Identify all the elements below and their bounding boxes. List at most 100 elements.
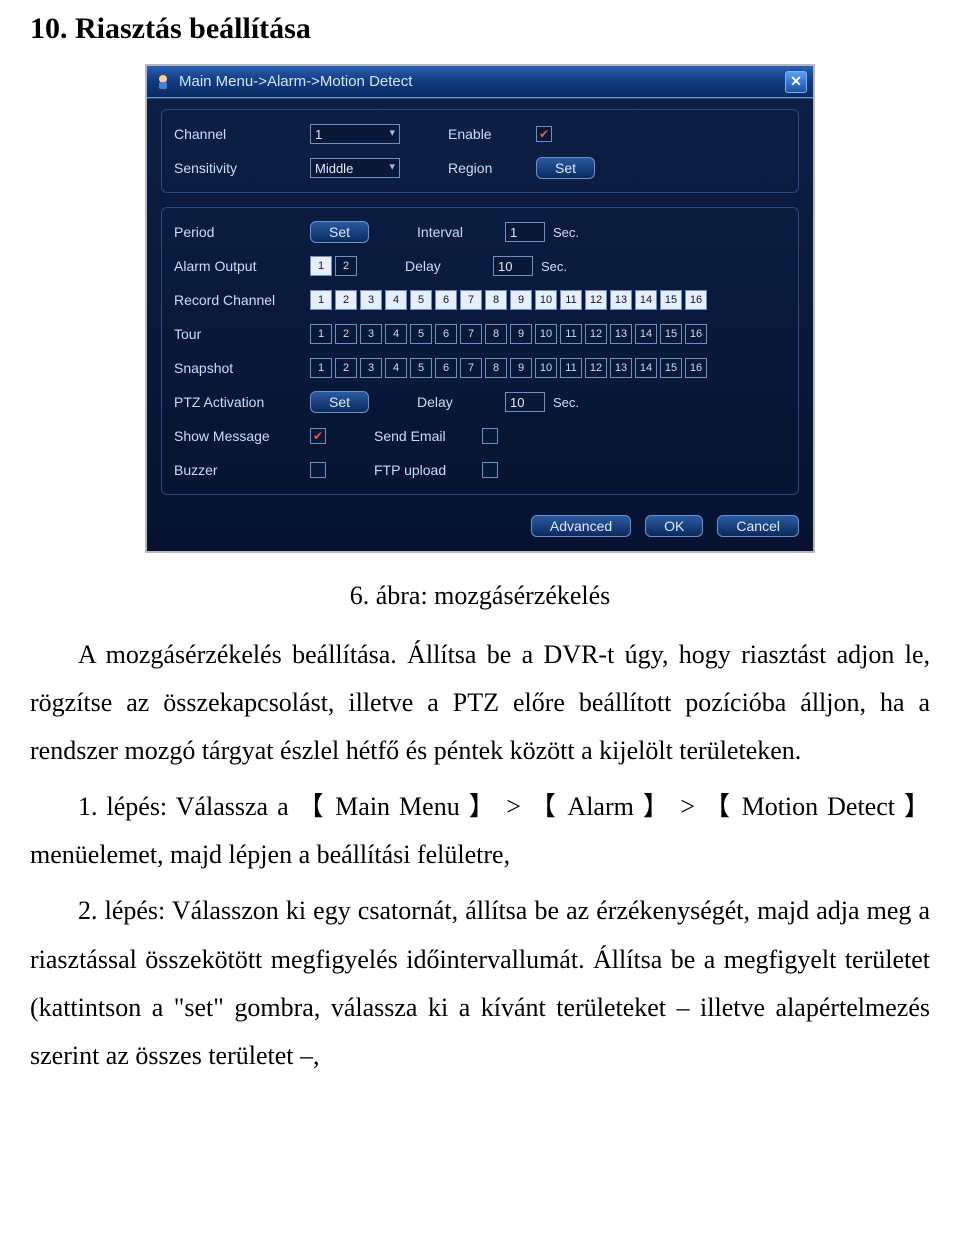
dvr-dialog: Main Menu->Alarm->Motion Detect ✕ Channe… [145, 64, 815, 553]
snapshot-channel-1[interactable]: 1 [310, 358, 332, 378]
label-ftp-upload: FTP upload [374, 462, 474, 478]
label-interval: Interval [417, 224, 497, 240]
alarm-delay-input[interactable] [493, 256, 533, 276]
record-channel-15[interactable]: 15 [660, 290, 682, 310]
tour-channel-6[interactable]: 6 [435, 324, 457, 344]
record-channel-10[interactable]: 10 [535, 290, 557, 310]
dialog-titlebar: Main Menu->Alarm->Motion Detect ✕ [147, 66, 813, 98]
label-alarm-output: Alarm Output [174, 258, 302, 274]
label-snapshot: Snapshot [174, 360, 302, 376]
app-icon [153, 72, 173, 92]
record-channel-13[interactable]: 13 [610, 290, 632, 310]
tour-channel-1[interactable]: 1 [310, 324, 332, 344]
delay-unit: Sec. [541, 259, 567, 274]
label-sensitivity: Sensitivity [174, 160, 302, 176]
record-channel-1[interactable]: 1 [310, 290, 332, 310]
tour-channel-8[interactable]: 8 [485, 324, 507, 344]
ftp-upload-checkbox[interactable] [482, 462, 498, 478]
record-channel-11[interactable]: 11 [560, 290, 582, 310]
record-channel-12[interactable]: 12 [585, 290, 607, 310]
panel-alarm: Period Set Interval Sec. Alarm Output 12… [161, 207, 799, 495]
snapshot-channel-14[interactable]: 14 [635, 358, 657, 378]
period-set-button[interactable]: Set [310, 221, 369, 243]
snapshot-channel-5[interactable]: 5 [410, 358, 432, 378]
paragraph-2: 1. lépés: Válassza a 【 Main Menu 】 > 【 A… [30, 783, 930, 879]
label-region: Region [448, 160, 528, 176]
tour-channel-13[interactable]: 13 [610, 324, 632, 344]
record-channel-2[interactable]: 2 [335, 290, 357, 310]
tour-channel-16[interactable]: 16 [685, 324, 707, 344]
label-channel: Channel [174, 126, 302, 142]
label-buzzer: Buzzer [174, 462, 302, 478]
label-period: Period [174, 224, 302, 240]
ok-button[interactable]: OK [645, 515, 703, 537]
tour-channel-3[interactable]: 3 [360, 324, 382, 344]
record-channel-3[interactable]: 3 [360, 290, 382, 310]
advanced-button[interactable]: Advanced [531, 515, 631, 537]
record-channel-7[interactable]: 7 [460, 290, 482, 310]
tour-channel-7[interactable]: 7 [460, 324, 482, 344]
record-channel-grid: 12345678910111213141516 [310, 290, 707, 310]
tour-channel-9[interactable]: 9 [510, 324, 532, 344]
send-email-checkbox[interactable] [482, 428, 498, 444]
figure-caption: 6. ábra: mozgásérzékelés [30, 581, 930, 611]
tour-channel-15[interactable]: 15 [660, 324, 682, 344]
enable-checkbox[interactable]: ✔ [536, 126, 552, 142]
snapshot-channel-11[interactable]: 11 [560, 358, 582, 378]
snapshot-channel-grid: 12345678910111213141516 [310, 358, 707, 378]
close-button[interactable]: ✕ [785, 71, 807, 93]
snapshot-channel-4[interactable]: 4 [385, 358, 407, 378]
snapshot-channel-8[interactable]: 8 [485, 358, 507, 378]
interval-input[interactable] [505, 222, 545, 242]
ptz-delay-input[interactable] [505, 392, 545, 412]
ptz-set-button[interactable]: Set [310, 391, 369, 413]
dialog-title: Main Menu->Alarm->Motion Detect [179, 73, 785, 90]
dialog-footer: Advanced OK Cancel [161, 509, 799, 537]
snapshot-channel-13[interactable]: 13 [610, 358, 632, 378]
tour-channel-12[interactable]: 12 [585, 324, 607, 344]
record-channel-6[interactable]: 6 [435, 290, 457, 310]
alarm-output-grid: 12 [310, 256, 357, 276]
record-channel-8[interactable]: 8 [485, 290, 507, 310]
buzzer-checkbox[interactable] [310, 462, 326, 478]
snapshot-channel-7[interactable]: 7 [460, 358, 482, 378]
show-message-checkbox[interactable]: ✔ [310, 428, 326, 444]
label-send-email: Send Email [374, 428, 474, 444]
region-set-button[interactable]: Set [536, 157, 595, 179]
label-ptz-activation: PTZ Activation [174, 394, 302, 410]
dialog-body: Channel 1 Enable ✔ Sensitivity Middle Re… [147, 98, 813, 551]
cancel-button[interactable]: Cancel [717, 515, 799, 537]
alarm-output-channel-1[interactable]: 1 [310, 256, 332, 276]
record-channel-14[interactable]: 14 [635, 290, 657, 310]
sensitivity-select[interactable]: Middle [310, 158, 400, 178]
tour-channel-5[interactable]: 5 [410, 324, 432, 344]
tour-channel-grid: 12345678910111213141516 [310, 324, 707, 344]
label-delay: Delay [405, 258, 485, 274]
panel-basic: Channel 1 Enable ✔ Sensitivity Middle Re… [161, 109, 799, 193]
snapshot-channel-16[interactable]: 16 [685, 358, 707, 378]
paragraph-3: 2. lépés: Válasszon ki egy csatornát, ál… [30, 887, 930, 1079]
snapshot-channel-12[interactable]: 12 [585, 358, 607, 378]
snapshot-channel-15[interactable]: 15 [660, 358, 682, 378]
tour-channel-2[interactable]: 2 [335, 324, 357, 344]
label-record-channel: Record Channel [174, 292, 302, 308]
label-show-message: Show Message [174, 428, 302, 444]
record-channel-4[interactable]: 4 [385, 290, 407, 310]
snapshot-channel-10[interactable]: 10 [535, 358, 557, 378]
tour-channel-4[interactable]: 4 [385, 324, 407, 344]
record-channel-16[interactable]: 16 [685, 290, 707, 310]
tour-channel-14[interactable]: 14 [635, 324, 657, 344]
paragraph-1: A mozgásérzékelés beállítása. Állítsa be… [30, 631, 930, 775]
snapshot-channel-3[interactable]: 3 [360, 358, 382, 378]
ptz-delay-unit: Sec. [553, 395, 579, 410]
snapshot-channel-2[interactable]: 2 [335, 358, 357, 378]
tour-channel-11[interactable]: 11 [560, 324, 582, 344]
label-tour: Tour [174, 326, 302, 342]
snapshot-channel-6[interactable]: 6 [435, 358, 457, 378]
record-channel-9[interactable]: 9 [510, 290, 532, 310]
channel-select[interactable]: 1 [310, 124, 400, 144]
alarm-output-channel-2[interactable]: 2 [335, 256, 357, 276]
snapshot-channel-9[interactable]: 9 [510, 358, 532, 378]
tour-channel-10[interactable]: 10 [535, 324, 557, 344]
record-channel-5[interactable]: 5 [410, 290, 432, 310]
